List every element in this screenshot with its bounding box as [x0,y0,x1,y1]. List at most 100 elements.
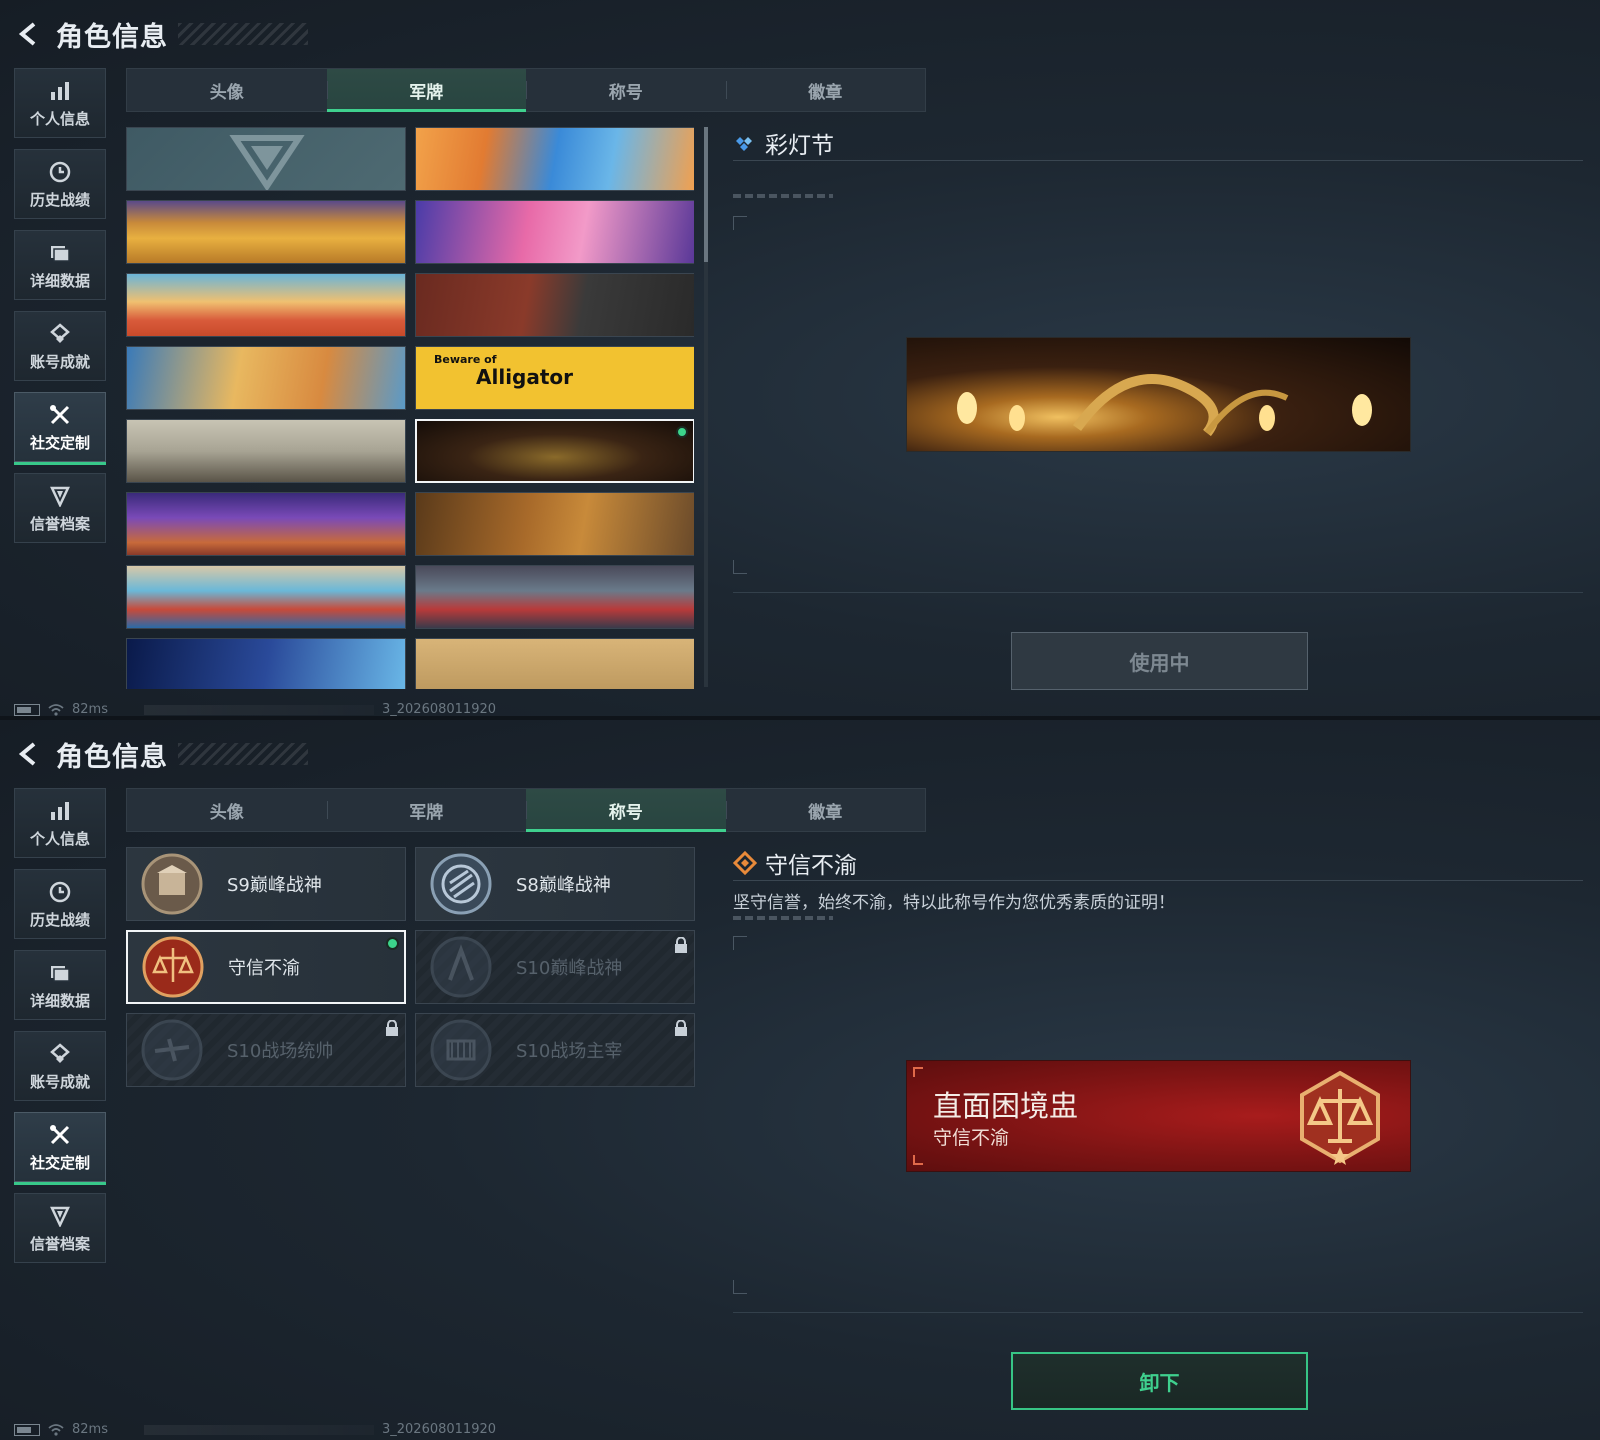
tag-item[interactable] [126,638,406,689]
title-name: S10巅峰战神 [516,958,623,979]
tab-military-tag[interactable]: 军牌 [326,69,526,112]
title-card[interactable]: S8巅峰战神 [415,847,695,921]
tag-item[interactable] [415,273,694,337]
unequip-button[interactable]: 卸下 [1011,1352,1308,1410]
tag-item[interactable]: Beware of Alligator [415,346,694,410]
scrollbar[interactable] [704,127,708,687]
title-card-locked[interactable]: S10战场主宰 [415,1013,695,1087]
equipped-indicator [386,937,399,950]
tag-item[interactable] [126,273,406,337]
screen-titles: 角色信息 个人信息 历史战绩 详细数据 账号成就 社交定制 信誉档案 头像 军牌… [0,720,1600,1440]
tag-item[interactable] [415,127,694,191]
ping-text: 82ms [72,1422,108,1437]
folder-icon [47,240,73,266]
title-preview-card: 直面困境盅 守信不渝 [906,1060,1411,1172]
sidebar-item-details[interactable]: 详细数据 [14,950,106,1020]
detail-title: 彩灯节 [765,133,834,159]
military-tag-grid: Beware of Alligator [126,127,694,689]
sidebar-item-profile[interactable]: 个人信息 [14,68,106,138]
tag-item[interactable] [415,638,694,689]
shield-icon [47,1203,73,1229]
scales-emblem-icon [1300,1070,1380,1165]
title-card-locked[interactable]: S10战场统帅 [126,1013,406,1087]
sidebar-item-history[interactable]: 历史战绩 [14,869,106,939]
title-name: S9巅峰战神 [227,875,322,896]
sidebar-item-history[interactable]: 历史战绩 [14,149,106,219]
footer-bar [143,1424,374,1435]
title-name: S8巅峰战神 [516,875,611,896]
screen-military-tags: 角色信息 个人信息 历史战绩 详细数据 账号成就 社交定制 信誉档案 头像 军牌… [0,0,1600,720]
tag-item-selected[interactable] [415,419,694,483]
tab-badge[interactable]: 徽章 [725,789,926,831]
title-card-locked[interactable]: S10巅峰战神 [415,930,695,1004]
tag-item[interactable] [126,565,406,629]
tag-item[interactable] [415,565,694,629]
medal-icon [141,853,203,915]
sidebar-item-profile[interactable]: 个人信息 [14,788,106,858]
tab-bar: 头像 军牌 称号 徽章 [126,68,926,112]
bar-chart-icon [47,798,73,824]
wifi-icon [48,1423,64,1436]
wifi-icon [48,703,64,716]
decoration-dashes [733,916,833,920]
sidebar-item-label: 详细数据 [29,991,90,1010]
sidebar: 个人信息 历史战绩 详细数据 账号成就 社交定制 信誉档案 [14,68,106,554]
bar-chart-icon [47,78,73,104]
sidebar-item-reputation[interactable]: 信誉档案 [14,1193,106,1263]
sidebar-item-social[interactable]: 社交定制 [14,392,106,465]
tab-badge[interactable]: 徽章 [725,69,926,111]
build-text: 3_202608011920 [381,702,497,717]
header: 角色信息 [14,14,308,54]
sidebar-item-social[interactable]: 社交定制 [14,1112,106,1185]
frame-corner [913,1067,923,1077]
title-card-selected[interactable]: 守信不渝 [126,930,406,1004]
tag-item[interactable] [126,492,406,556]
achievement-icon [47,1041,73,1067]
back-arrow-icon[interactable] [14,739,44,769]
sidebar-item-label: 社交定制 [29,433,90,452]
tools-icon [47,1122,73,1148]
sidebar-item-label: 账号成就 [29,352,90,371]
sidebar-item-label: 历史战绩 [29,190,90,209]
frame-corner [913,1155,923,1165]
title-card[interactable]: S9巅峰战神 [126,847,406,921]
title-grid: S9巅峰战神 S8巅峰战神 守信不渝 S10巅峰战神 S10战场统帅 S10战场… [126,847,695,1087]
sidebar-item-achievements[interactable]: 账号成就 [14,1031,106,1101]
lock-icon [675,937,687,953]
tag-preview [906,337,1411,452]
tab-avatar[interactable]: 头像 [127,789,327,831]
shield-icon [47,483,73,509]
divider [733,160,1583,161]
tag-item[interactable] [126,346,406,410]
lock-icon [386,1020,398,1036]
tab-title[interactable]: 称号 [526,789,726,832]
tag-item[interactable] [126,127,406,191]
tab-bar: 头像 军牌 称号 徽章 [126,788,926,832]
diamond-icon [736,137,752,151]
medal-icon [430,1019,492,1081]
medal-icon [430,936,492,998]
back-arrow-icon[interactable] [14,19,44,49]
in-use-button[interactable]: 使用中 [1011,632,1308,690]
detail-header: 彩灯节 [733,126,834,160]
sidebar-item-label: 详细数据 [29,271,90,290]
folder-icon [47,960,73,986]
detail-description: 坚守信誉，始终不渝，特以此称号作为您优秀素质的证明！ [733,893,1175,913]
sidebar-item-achievements[interactable]: 账号成就 [14,311,106,381]
tag-item[interactable] [126,419,406,483]
sidebar-item-reputation[interactable]: 信誉档案 [14,473,106,543]
tab-military-tag[interactable]: 军牌 [326,789,527,831]
tools-icon [47,402,73,428]
scrollbar-thumb[interactable] [704,127,708,262]
detail-header: 守信不渝 [733,846,857,880]
tag-item[interactable] [415,492,694,556]
sidebar-item-label: 信誉档案 [29,1234,90,1253]
sidebar-item-details[interactable]: 详细数据 [14,230,106,300]
tab-title[interactable]: 称号 [526,69,726,111]
clock-icon [47,879,73,905]
tab-avatar[interactable]: 头像 [127,69,327,111]
frame-corner [733,216,747,230]
tag-item[interactable] [126,200,406,264]
equipped-indicator [676,426,688,438]
tag-item[interactable] [415,200,694,264]
